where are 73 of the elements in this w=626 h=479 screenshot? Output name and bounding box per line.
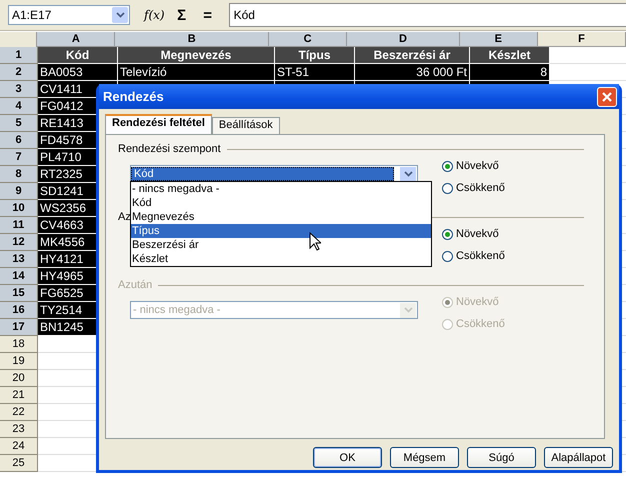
- radio-button[interactable]: Csökkenő: [442, 249, 505, 263]
- header-cell: Készlet: [470, 47, 550, 64]
- header-cell: Típus: [275, 47, 355, 64]
- dropdown-button[interactable]: [112, 7, 128, 23]
- row-header[interactable]: 6: [0, 132, 38, 149]
- header-cell: Beszerzési ár: [355, 47, 470, 64]
- column-header[interactable]: D: [347, 32, 460, 47]
- tab[interactable]: Beállítások: [212, 117, 280, 134]
- dropdown-option[interactable]: Típus: [131, 224, 431, 238]
- dropdown-option[interactable]: Megnevezés: [131, 210, 431, 224]
- row-header[interactable]: 7: [0, 149, 38, 166]
- table-cell: ST-51: [275, 64, 355, 81]
- formula-input-field[interactable]: Kód: [228, 3, 626, 27]
- column-header[interactable]: F: [538, 32, 626, 47]
- sum-button[interactable]: Σ: [172, 6, 191, 24]
- equals-button[interactable]: =: [198, 6, 217, 24]
- group-label: Rendezési szempont: [118, 143, 221, 155]
- row-header[interactable]: 5: [0, 115, 38, 132]
- mouse-pointer-icon: [309, 232, 321, 251]
- column-header[interactable]: E: [460, 32, 538, 47]
- close-button[interactable]: [597, 86, 617, 106]
- row-header[interactable]: 21: [0, 387, 38, 404]
- dialog-button[interactable]: Mégsem: [390, 447, 459, 468]
- header-cell: Kód: [38, 47, 118, 64]
- row-header[interactable]: 8: [0, 166, 38, 183]
- table-cell: Televízió: [118, 64, 275, 81]
- name-box[interactable]: A1:E17: [8, 5, 130, 25]
- row-header[interactable]: 20: [0, 370, 38, 387]
- chevron-down-icon: [404, 171, 412, 177]
- row-header[interactable]: 19: [0, 353, 38, 370]
- row-header[interactable]: 2: [0, 64, 38, 81]
- row-header[interactable]: 14: [0, 268, 38, 285]
- row-header[interactable]: 3: [0, 81, 38, 98]
- row-header[interactable]: 1: [0, 47, 38, 64]
- close-icon: [601, 90, 613, 102]
- radio-button[interactable]: Csökkenő: [442, 181, 505, 195]
- row-header[interactable]: 18: [0, 336, 38, 353]
- row-header[interactable]: 25: [0, 455, 38, 472]
- group-label: Az: [118, 211, 131, 223]
- chevron-down-icon: [404, 307, 412, 313]
- row-header[interactable]: 13: [0, 251, 38, 268]
- tab[interactable]: Rendezési feltétel: [105, 114, 212, 134]
- column-header[interactable]: A: [37, 32, 116, 47]
- dialog-button[interactable]: Alapállapot: [544, 447, 613, 468]
- dropdown-option[interactable]: - nincs megadva -: [131, 182, 431, 196]
- group-label: Azután: [118, 279, 152, 291]
- header-cell: Megnevezés: [118, 47, 275, 64]
- table-cell: BA0053: [38, 64, 118, 81]
- row-header[interactable]: 10: [0, 200, 38, 217]
- chevron-down-icon: [116, 12, 124, 18]
- table-cell: 36 000 Ft: [355, 64, 470, 81]
- row-header[interactable]: 17: [0, 319, 38, 336]
- radio-button[interactable]: Növekvő: [442, 159, 505, 173]
- row-header[interactable]: 22: [0, 404, 38, 421]
- row-header[interactable]: 9: [0, 183, 38, 200]
- column-header[interactable]: C: [268, 32, 348, 47]
- row-header[interactable]: 16: [0, 302, 38, 319]
- row-header[interactable]: 4: [0, 98, 38, 115]
- dialog-button[interactable]: Súgó: [467, 447, 536, 468]
- dropdown-option[interactable]: Beszerzési ár: [131, 238, 431, 252]
- function-wizard-button[interactable]: f(x): [144, 8, 165, 22]
- column-header[interactable]: B: [115, 32, 269, 47]
- select-all-corner[interactable]: [0, 32, 38, 47]
- table-cell: 8: [470, 64, 550, 81]
- row-header[interactable]: 12: [0, 234, 38, 251]
- row-header[interactable]: 15: [0, 285, 38, 302]
- dialog-button[interactable]: OK: [313, 447, 382, 468]
- radio-button[interactable]: Növekvő: [442, 227, 505, 241]
- row-header[interactable]: 11: [0, 217, 38, 234]
- dropdown-option[interactable]: Kód: [131, 196, 431, 210]
- row-header[interactable]: 24: [0, 438, 38, 455]
- row-header[interactable]: 23: [0, 421, 38, 438]
- dropdown-option[interactable]: Készlet: [131, 252, 431, 266]
